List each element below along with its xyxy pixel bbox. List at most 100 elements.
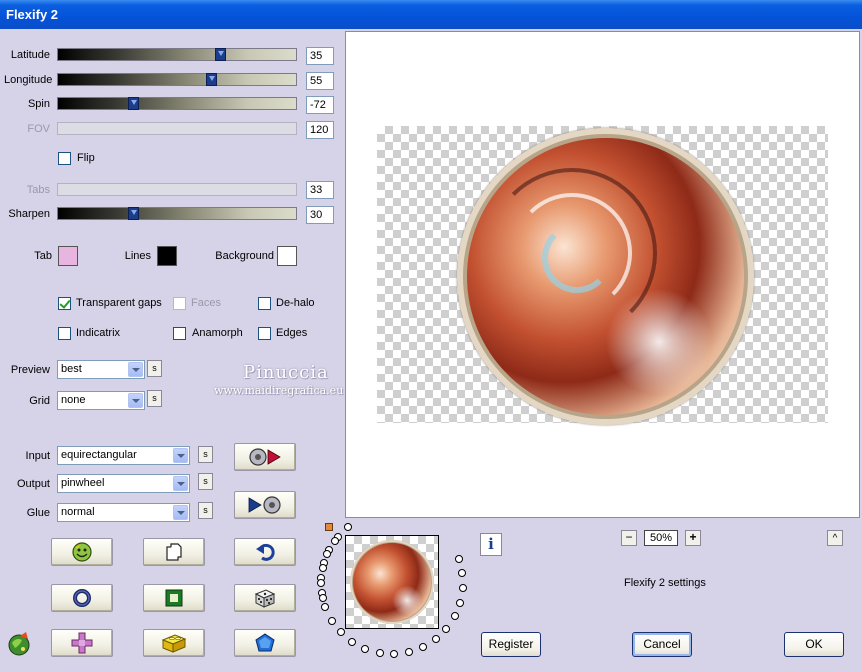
fov-label: FOV [27, 123, 50, 135]
sharpen-label: Sharpen [8, 208, 50, 220]
dice-button[interactable] [234, 584, 296, 612]
watermark-url: www.maidiregrafica.eu [214, 384, 344, 397]
flip-checkbox[interactable] [58, 152, 71, 165]
edges-checkbox[interactable] [258, 327, 271, 340]
faces-checkbox [173, 297, 186, 310]
longitude-label: Longitude [4, 74, 53, 86]
dial-dot[interactable] [327, 616, 336, 625]
tab-color-swatch[interactable] [58, 246, 78, 266]
zoom-in-button[interactable]: + [685, 530, 701, 546]
longitude-slider[interactable] [57, 73, 297, 86]
lines-color-label: Lines [124, 250, 151, 262]
dial-dot[interactable] [405, 647, 414, 656]
dial-dot[interactable] [454, 554, 463, 563]
background-color-label: Background [215, 250, 274, 262]
dial-dot[interactable] [390, 649, 399, 658]
chevron-down-icon[interactable] [173, 505, 188, 520]
dial-dot[interactable] [323, 550, 332, 559]
grid-label: Grid [29, 395, 50, 407]
dial-dot[interactable] [348, 637, 357, 646]
convert-forward-button[interactable] [234, 443, 296, 471]
zoom-level[interactable]: 50% [644, 530, 678, 546]
sharpen-slider-thumb[interactable] [128, 207, 139, 220]
spin-label: Spin [27, 98, 50, 110]
dial-dot[interactable] [318, 593, 327, 602]
status-text: Flexify 2 settings [624, 577, 706, 589]
input-select-value: equirectangular [61, 449, 137, 461]
glue-select[interactable]: normal [57, 503, 190, 522]
lines-color-swatch[interactable] [157, 246, 177, 266]
dial-dot[interactable] [375, 648, 384, 657]
spin-slider-thumb[interactable] [128, 97, 139, 110]
ok-button[interactable]: OK [784, 632, 844, 657]
tabs-label: Tabs [26, 184, 50, 196]
faces-label: Faces [191, 297, 221, 309]
dial-dot[interactable] [442, 624, 451, 633]
info-button[interactable]: i [480, 533, 502, 556]
chevron-down-icon[interactable] [173, 476, 188, 491]
grid-select[interactable]: none [57, 391, 145, 410]
dial-dot[interactable] [456, 598, 465, 607]
anamorph-checkbox[interactable] [173, 327, 186, 340]
dial-dot[interactable] [361, 644, 370, 653]
dial-dot[interactable] [458, 583, 467, 592]
dial-dot[interactable] [317, 579, 325, 587]
dial-dot[interactable] [318, 564, 327, 573]
output-s-button[interactable]: s [198, 473, 213, 490]
randomize-button[interactable] [51, 538, 113, 566]
dial-dot[interactable] [330, 537, 339, 546]
chevron-down-icon[interactable] [128, 362, 143, 377]
copy-button[interactable] [143, 538, 205, 566]
input-select[interactable]: equirectangular [57, 446, 190, 465]
register-button[interactable]: Register [481, 632, 541, 657]
spin-slider[interactable] [57, 97, 297, 110]
de-halo-checkbox[interactable] [258, 297, 271, 310]
convert-backward-button[interactable] [234, 491, 296, 519]
latitude-slider-thumb[interactable] [215, 48, 226, 61]
background-color-swatch[interactable] [277, 246, 297, 266]
chevron-down-icon[interactable] [173, 448, 188, 463]
undo-button[interactable] [234, 538, 296, 566]
flip-label: Flip [77, 152, 95, 164]
navigator-corner-marker[interactable] [325, 523, 333, 531]
longitude-value[interactable]: 55 [306, 72, 334, 90]
spin-value[interactable]: -72 [306, 96, 334, 114]
output-select[interactable]: pinwheel [57, 474, 190, 493]
arrow-disc-icon [248, 496, 281, 514]
collapse-button[interactable]: ^ [827, 530, 843, 546]
dial-dot[interactable] [458, 569, 467, 578]
cancel-button[interactable]: Cancel [632, 632, 692, 657]
glue-s-button[interactable]: s [198, 502, 213, 519]
latitude-value[interactable]: 35 [306, 47, 334, 65]
dial-dot[interactable] [336, 628, 345, 637]
dial-dot[interactable] [419, 642, 428, 651]
frame-shape-button[interactable] [143, 584, 205, 612]
dial-dot[interactable] [431, 634, 440, 643]
cross-shape-button[interactable] [51, 629, 113, 657]
navigator-thumbnail[interactable] [345, 535, 439, 629]
tab-color-label: Tab [34, 250, 52, 262]
latitude-slider[interactable] [57, 48, 297, 61]
transparent-gaps-checkbox[interactable] [58, 297, 71, 310]
preview-select[interactable]: best [57, 360, 145, 379]
indicatrix-checkbox[interactable] [58, 327, 71, 340]
input-s-button[interactable]: s [198, 446, 213, 463]
grid-s-button[interactable]: s [147, 390, 162, 407]
output-label: Output [16, 478, 50, 490]
dial-dot[interactable] [321, 603, 330, 612]
ring-shape-button[interactable] [51, 584, 113, 612]
cube-shape-button[interactable] [143, 629, 205, 657]
sharpen-slider[interactable] [57, 207, 297, 220]
chevron-down-icon[interactable] [128, 393, 143, 408]
output-select-value: pinwheel [61, 477, 105, 489]
preview-canvas[interactable] [345, 31, 860, 518]
pentagon-shape-button[interactable] [234, 629, 296, 657]
copy-pages-icon [166, 543, 182, 561]
preview-s-button[interactable]: s [147, 360, 162, 377]
dial-dot[interactable] [450, 612, 459, 621]
longitude-slider-thumb[interactable] [206, 73, 217, 86]
sharpen-value[interactable]: 30 [306, 206, 334, 224]
dial-dot[interactable] [344, 523, 353, 532]
zoom-out-button[interactable]: − [621, 530, 637, 546]
grid-select-value: none [61, 394, 86, 406]
